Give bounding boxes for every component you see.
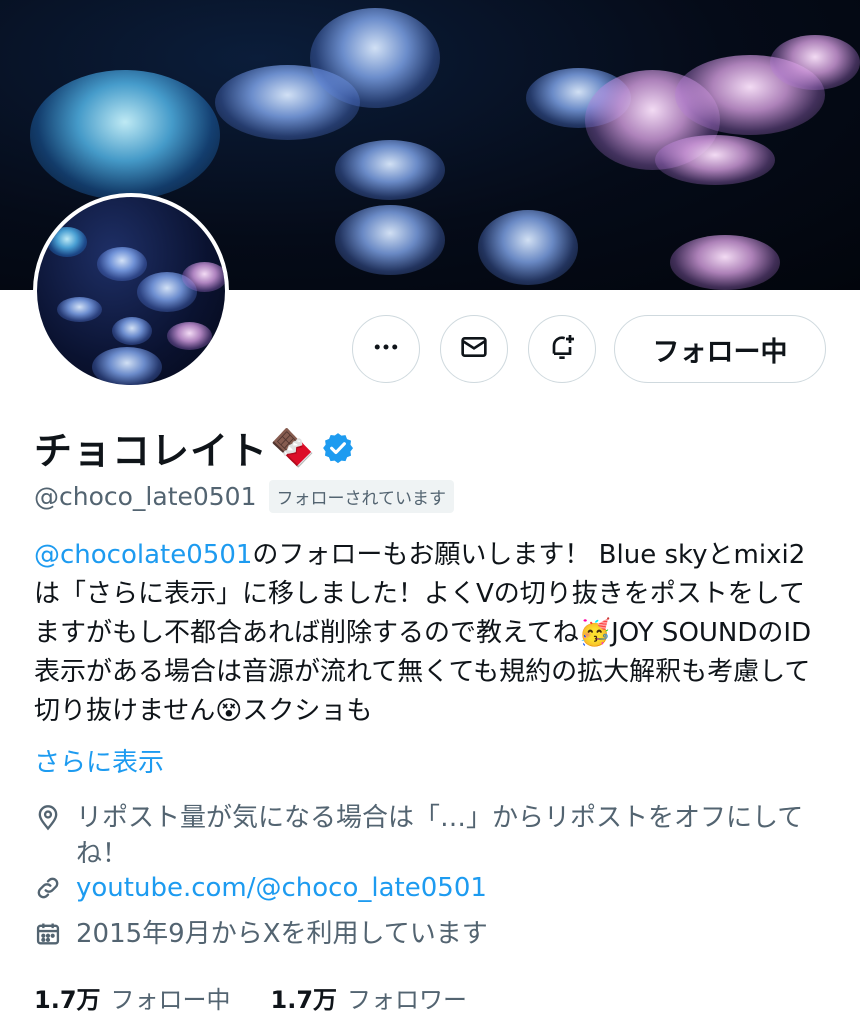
avatar-jellyfish	[97, 247, 147, 281]
notify-button[interactable]	[528, 315, 596, 383]
followers-label: フォロワー	[347, 986, 468, 1014]
banner-jellyfish	[770, 35, 860, 90]
website-row: youtube.com/@choco_late0501	[34, 870, 487, 906]
following-count: 1.7万	[34, 986, 101, 1014]
chocolate-emoji: 🍫	[270, 427, 315, 469]
display-name: チョコレイト	[34, 429, 269, 473]
follow-stats: 1.7万 フォロー中 1.7万 フォロワー	[34, 980, 467, 1015]
location-text: リポスト量が気になる場合は「…」からリポストをオフにしてね！	[76, 803, 804, 869]
display-name-row: チョコレイト 🍫	[34, 420, 355, 475]
following-stat[interactable]: 1.7万 フォロー中	[34, 980, 231, 1015]
banner-jellyfish	[335, 205, 445, 275]
banner-jellyfish	[655, 135, 775, 185]
party-face-emoji: 🥳	[578, 618, 612, 648]
avatar-jellyfish	[92, 347, 162, 385]
following-button-label: フォロー中	[652, 336, 788, 368]
banner-jellyfish	[478, 210, 578, 285]
bell-plus-icon	[546, 331, 578, 367]
joined-text: 2015年9月からXを利用しています	[76, 919, 488, 949]
envelope-icon	[458, 331, 490, 367]
link-icon	[34, 870, 68, 906]
location-pin-icon	[34, 800, 68, 836]
joined-row: 2015年9月からXを利用しています	[34, 916, 488, 952]
more-horizontal-icon	[371, 332, 401, 366]
calendar-icon	[34, 916, 68, 952]
avatar-jellyfish	[112, 317, 152, 345]
banner-jellyfish	[310, 8, 440, 108]
follows-you-badge: フォローされています	[268, 480, 454, 513]
banner-jellyfish	[670, 235, 780, 290]
banner-jellyfish	[335, 140, 445, 200]
avatar-jellyfish	[167, 322, 212, 350]
following-button[interactable]: フォロー中	[614, 315, 826, 383]
message-button[interactable]	[440, 315, 508, 383]
avatar-jellyfish	[182, 262, 225, 292]
avatar-jellyfish	[47, 227, 87, 257]
website-link[interactable]: youtube.com/@choco_late0501	[76, 870, 487, 906]
following-label: フォロー中	[110, 986, 231, 1014]
location-row: リポスト量が気になる場合は「…」からリポストをオフにしてね！	[34, 800, 824, 872]
handle-row: @choco_late0501 フォローされています	[34, 480, 454, 513]
dizzy-face-emoji: 😵	[215, 696, 243, 726]
verified-badge-icon	[321, 431, 355, 465]
avatar-jellyfish	[57, 297, 102, 322]
followers-stat[interactable]: 1.7万 フォロワー	[271, 980, 468, 1015]
profile-bio: @chocolate0501のフォローもお願いします！ Blue skyとmix…	[34, 536, 824, 731]
user-handle: @choco_late0501	[34, 482, 257, 511]
bio-text: スクショも	[242, 696, 373, 726]
banner-jellyfish	[30, 70, 220, 200]
avatar[interactable]	[33, 193, 229, 389]
followers-count: 1.7万	[270, 986, 338, 1014]
more-button[interactable]	[352, 315, 420, 383]
show-more-link[interactable]: さらに表示	[34, 742, 164, 779]
bio-mention-link[interactable]: @chocolate0501	[34, 540, 252, 570]
